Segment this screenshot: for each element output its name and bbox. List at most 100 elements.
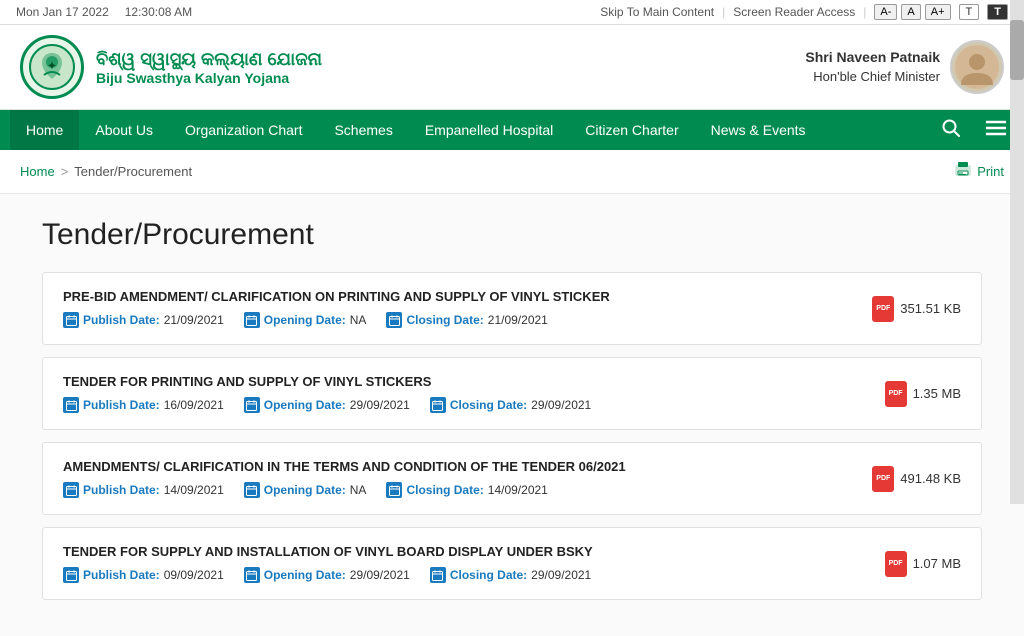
pdf-icon: PDF bbox=[872, 466, 894, 492]
nav-empanelled-hospital[interactable]: Empanelled Hospital bbox=[409, 110, 569, 150]
logo-text: ବିଶ୍ୱ ସ୍ୱାସ୍ଥ୍ୟ କଲ୍ୟାଣ ଯୋଜନା Biju Swasth… bbox=[96, 49, 322, 86]
opening-label: Opening Date: bbox=[264, 398, 346, 412]
search-icon bbox=[942, 119, 960, 137]
breadcrumb-home-link[interactable]: Home bbox=[20, 164, 55, 179]
opening-date: NA bbox=[350, 313, 367, 327]
publish-date-item: Publish Date: 21/09/2021 bbox=[63, 312, 224, 328]
file-size: 1.07 MB bbox=[913, 556, 961, 571]
tender-card-content: TENDER FOR PRINTING AND SUPPLY OF VINYL … bbox=[63, 374, 885, 413]
breadcrumb-bar: Home > Tender/Procurement Print bbox=[0, 150, 1024, 194]
breadcrumb-separator: > bbox=[61, 164, 69, 179]
tender-card[interactable]: PRE-BID AMENDMENT/ CLARIFICATION ON PRIN… bbox=[42, 272, 982, 345]
publish-date-item: Publish Date: 09/09/2021 bbox=[63, 567, 224, 583]
theme-white-button[interactable]: T bbox=[959, 4, 980, 20]
opening-date-item: Opening Date: 29/09/2021 bbox=[244, 567, 410, 583]
calendar-icon-2 bbox=[244, 397, 260, 413]
main-content: Tender/Procurement PRE-BID AMENDMENT/ CL… bbox=[22, 194, 1002, 636]
theme-dark-button[interactable]: T bbox=[987, 4, 1008, 20]
nav-about-us[interactable]: About Us bbox=[79, 110, 169, 150]
publish-date: 09/09/2021 bbox=[164, 568, 224, 582]
nav-organization-chart[interactable]: Organization Chart bbox=[169, 110, 319, 150]
nav-schemes[interactable]: Schemes bbox=[318, 110, 408, 150]
skip-to-main-link[interactable]: Skip To Main Content bbox=[600, 5, 714, 19]
screen-reader-link[interactable]: Screen Reader Access bbox=[733, 5, 855, 19]
file-size: 1.35 MB bbox=[913, 386, 961, 401]
hamburger-icon bbox=[986, 120, 1006, 136]
closing-date-item: Closing Date: 29/09/2021 bbox=[430, 567, 591, 583]
nav-home[interactable]: Home bbox=[10, 110, 79, 150]
nav-right-controls bbox=[934, 111, 1014, 150]
calendar-icon-2 bbox=[244, 312, 260, 328]
font-decrease-button[interactable]: A- bbox=[874, 4, 897, 20]
tender-card[interactable]: TENDER FOR SUPPLY AND INSTALLATION OF VI… bbox=[42, 527, 982, 600]
nav-citizen-charter[interactable]: Citizen Charter bbox=[569, 110, 694, 150]
publish-date-item: Publish Date: 16/09/2021 bbox=[63, 397, 224, 413]
calendar-icon bbox=[63, 397, 79, 413]
calendar-icon-3 bbox=[386, 482, 402, 498]
content-area: Tender/Procurement PRE-BID AMENDMENT/ CL… bbox=[0, 194, 1024, 636]
tender-meta: Publish Date: 14/09/2021 Openi bbox=[63, 482, 872, 498]
minister-info: Shri Naveen Patnaik Hon'ble Chief Minist… bbox=[805, 48, 940, 86]
publish-label: Publish Date: bbox=[83, 568, 160, 582]
closing-date: 14/09/2021 bbox=[488, 483, 548, 497]
publish-date: 21/09/2021 bbox=[164, 313, 224, 327]
tender-card[interactable]: TENDER FOR PRINTING AND SUPPLY OF VINYL … bbox=[42, 357, 982, 430]
tender-card[interactable]: AMENDMENTS/ CLARIFICATION IN THE TERMS A… bbox=[42, 442, 982, 515]
calendar-icon-3 bbox=[430, 567, 446, 583]
nav-news-events[interactable]: News & Events bbox=[695, 110, 822, 150]
search-button[interactable] bbox=[934, 111, 968, 150]
opening-date-item: Opening Date: NA bbox=[244, 312, 367, 328]
publish-date: 14/09/2021 bbox=[164, 483, 224, 497]
tender-file[interactable]: PDF 1.35 MB bbox=[885, 381, 961, 407]
date-display: Mon Jan 17 2022 bbox=[16, 5, 109, 19]
logo-english-text: Biju Swasthya Kalyan Yojana bbox=[96, 70, 322, 86]
tender-file[interactable]: PDF 1.07 MB bbox=[885, 551, 961, 577]
tender-list: PRE-BID AMENDMENT/ CLARIFICATION ON PRIN… bbox=[42, 272, 982, 600]
logo-section: ✦ ବିଶ୍ୱ ସ୍ୱାସ୍ଥ୍ୟ କଲ୍ୟାଣ ଯୋଜନା Biju Swas… bbox=[20, 35, 322, 99]
closing-date-item: Closing Date: 14/09/2021 bbox=[386, 482, 547, 498]
closing-date: 29/09/2021 bbox=[531, 568, 591, 582]
opening-date: 29/09/2021 bbox=[350, 568, 410, 582]
minister-section: Shri Naveen Patnaik Hon'ble Chief Minist… bbox=[805, 40, 1004, 94]
scroll-thumb[interactable] bbox=[1010, 20, 1024, 80]
font-normal-button[interactable]: A bbox=[901, 4, 920, 20]
tender-file[interactable]: PDF 351.51 KB bbox=[872, 296, 961, 322]
pdf-icon: PDF bbox=[872, 296, 894, 322]
scrollbar[interactable] bbox=[1010, 0, 1024, 504]
print-icon bbox=[954, 160, 972, 183]
pdf-icon: PDF bbox=[885, 551, 907, 577]
closing-date: 29/09/2021 bbox=[531, 398, 591, 412]
file-size: 351.51 KB bbox=[900, 301, 961, 316]
tender-title: TENDER FOR PRINTING AND SUPPLY OF VINYL … bbox=[63, 374, 885, 389]
hamburger-menu-button[interactable] bbox=[978, 111, 1014, 150]
breadcrumb: Home > Tender/Procurement bbox=[20, 164, 192, 179]
minister-title: Hon'ble Chief Minister bbox=[805, 68, 940, 86]
logo-odia-text: ବିଶ୍ୱ ସ୍ୱାସ୍ଥ୍ୟ କଲ୍ୟାଣ ଯୋଜନା bbox=[96, 49, 322, 70]
tender-title: TENDER FOR SUPPLY AND INSTALLATION OF VI… bbox=[63, 544, 885, 559]
tender-card-content: AMENDMENTS/ CLARIFICATION IN THE TERMS A… bbox=[63, 459, 872, 498]
tender-title: PRE-BID AMENDMENT/ CLARIFICATION ON PRIN… bbox=[63, 289, 872, 304]
calendar-icon bbox=[63, 567, 79, 583]
nav-items: Home About Us Organization Chart Schemes… bbox=[10, 110, 934, 150]
calendar-icon bbox=[63, 482, 79, 498]
publish-label: Publish Date: bbox=[83, 483, 160, 497]
printer-icon-svg bbox=[954, 160, 972, 178]
opening-label: Opening Date: bbox=[264, 568, 346, 582]
pdf-icon: PDF bbox=[885, 381, 907, 407]
print-button[interactable]: Print bbox=[954, 160, 1004, 183]
tender-file[interactable]: PDF 491.48 KB bbox=[872, 466, 961, 492]
calendar-icon-2 bbox=[244, 482, 260, 498]
publish-date: 16/09/2021 bbox=[164, 398, 224, 412]
opening-label: Opening Date: bbox=[264, 313, 346, 327]
time-display: 12:30:08 AM bbox=[125, 5, 192, 19]
closing-label: Closing Date: bbox=[450, 568, 527, 582]
font-increase-button[interactable]: A+ bbox=[925, 4, 951, 20]
publish-label: Publish Date: bbox=[83, 398, 160, 412]
minister-avatar-svg bbox=[955, 45, 999, 89]
opening-label: Opening Date: bbox=[264, 483, 346, 497]
closing-label: Closing Date: bbox=[406, 483, 483, 497]
opening-date-item: Opening Date: 29/09/2021 bbox=[244, 397, 410, 413]
tender-meta: Publish Date: 16/09/2021 Openi bbox=[63, 397, 885, 413]
print-label: Print bbox=[977, 164, 1004, 179]
main-nav: Home About Us Organization Chart Schemes… bbox=[0, 110, 1024, 150]
